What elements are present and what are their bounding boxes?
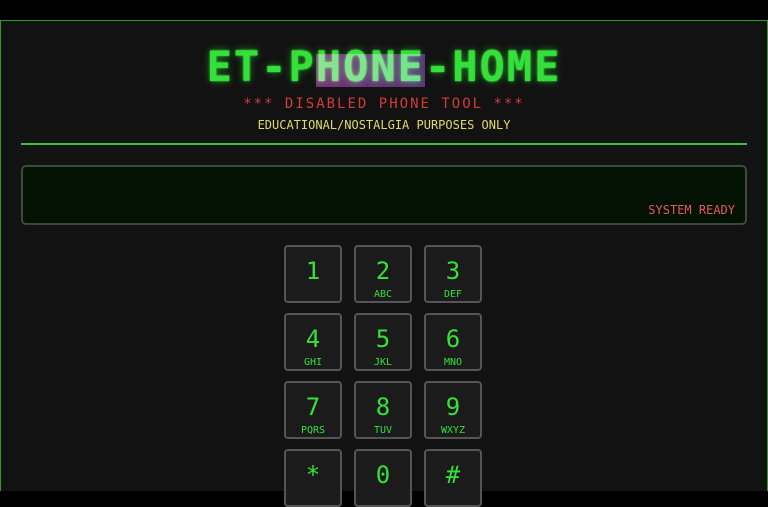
key-digit: 8 [375, 393, 391, 421]
key-8[interactable]: 8 TUV [354, 381, 412, 439]
title-part-1: ET-P [206, 42, 316, 91]
key-9[interactable]: 9 WXYZ [424, 381, 482, 439]
key-digit: 0 [375, 461, 391, 489]
key-letters: DEF [443, 289, 463, 300]
key-digit: # [445, 461, 461, 489]
title-glitch-segment: HONE [315, 42, 426, 91]
key-letters: PQRS [300, 425, 326, 436]
phone-panel: ET-PHONE-HOME *** DISABLED PHONE TOOL **… [0, 20, 768, 507]
key-2[interactable]: 2 ABC [354, 245, 412, 303]
key-letters: MNO [443, 357, 463, 368]
disabled-tool-subtitle: *** DISABLED PHONE TOOL *** [243, 96, 525, 112]
title-part-2: -HOME [424, 42, 562, 91]
key-digit: 7 [305, 393, 321, 421]
keypad: 1 2 ABC 3 DEF 4 GHI 5 JKL 6 MNO 7 PQRS 8 TUV 9 W… [284, 245, 484, 507]
key-letters: JKL [373, 357, 393, 368]
key-digit: 1 [305, 257, 321, 285]
header-divider [21, 143, 747, 145]
key-digit: 2 [375, 257, 391, 285]
key-letters: ABC [373, 289, 393, 300]
app-title: ET-PHONE-HOME [1, 42, 767, 91]
key-4[interactable]: 4 GHI [284, 313, 342, 371]
key-letters: GHI [303, 357, 323, 368]
key-digit: 9 [445, 393, 461, 421]
number-display: SYSTEM READY [21, 165, 747, 225]
purpose-note: EDUCATIONAL/NOSTALGIA PURPOSES ONLY [257, 118, 511, 132]
key-5[interactable]: 5 JKL [354, 313, 412, 371]
key-0[interactable]: 0 [354, 449, 412, 507]
system-status: SYSTEM READY [648, 203, 735, 217]
key-7[interactable]: 7 PQRS [284, 381, 342, 439]
key-digit: * [305, 461, 321, 489]
key-digit: 3 [445, 257, 461, 285]
key-hash[interactable]: # [424, 449, 482, 507]
key-digit: 4 [305, 325, 321, 353]
key-1[interactable]: 1 [284, 245, 342, 303]
key-letters: TUV [373, 425, 393, 436]
key-3[interactable]: 3 DEF [424, 245, 482, 303]
key-digit: 6 [445, 325, 461, 353]
key-digit: 5 [375, 325, 391, 353]
key-star[interactable]: * [284, 449, 342, 507]
key-letters: WXYZ [440, 425, 466, 436]
key-6[interactable]: 6 MNO [424, 313, 482, 371]
